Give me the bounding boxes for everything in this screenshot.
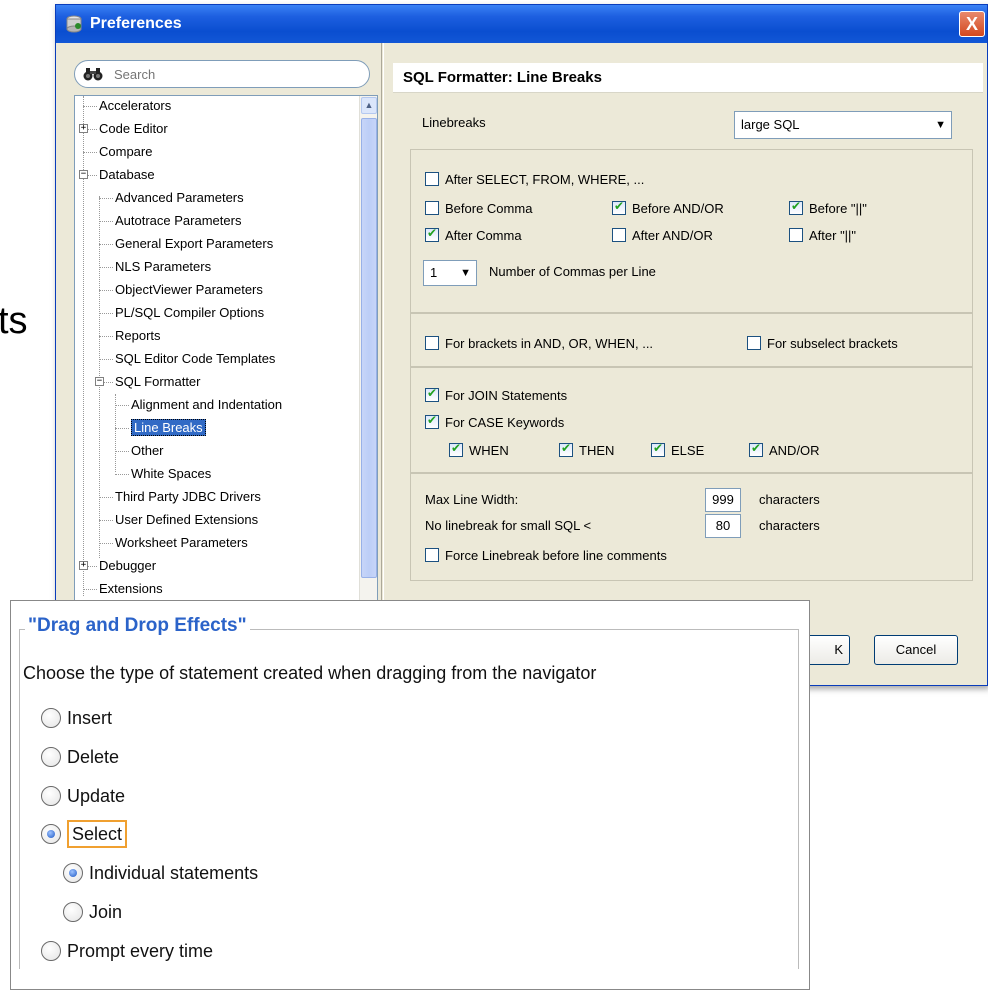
window-title: Preferences	[90, 15, 182, 32]
tree-item-objectviewer-parameters[interactable]: ObjectViewer Parameters	[115, 280, 263, 300]
tree-item-advanced-parameters[interactable]: Advanced Parameters	[115, 188, 244, 208]
linebreak-options-group: After SELECT, FROM, WHERE, ... Before Co…	[410, 149, 973, 313]
chevron-down-icon: ▼	[460, 267, 471, 279]
page-title: SQL Formatter: Line Breaks	[393, 63, 983, 93]
join-case-group: For JOIN Statements For CASE Keywords WH…	[410, 367, 973, 473]
after-select-checkbox[interactable]: After SELECT, FROM, WHERE, ...	[425, 170, 644, 188]
radio-individual-statements[interactable]: Individual statements	[63, 858, 258, 888]
linebreaks-label: Linebreaks	[422, 115, 486, 130]
tree-item-worksheet-parameters[interactable]: Worksheet Parameters	[115, 533, 248, 553]
after-pipes-checkbox[interactable]: After "||"	[789, 226, 856, 244]
brackets-andor-checkbox[interactable]: For brackets in AND, OR, WHEN, ...	[425, 334, 653, 352]
radio-delete[interactable]: Delete	[41, 742, 119, 772]
no-linebreak-label: No linebreak for small SQL <	[425, 518, 592, 533]
tree-item-other[interactable]: Other	[131, 441, 164, 461]
chevron-down-icon: ▼	[935, 119, 946, 131]
before-pipes-checkbox[interactable]: Before "||"	[789, 199, 867, 217]
close-icon: X	[965, 14, 978, 34]
andor-checkbox[interactable]: AND/OR	[749, 441, 820, 459]
before-andor-checkbox[interactable]: Before AND/OR	[612, 199, 724, 217]
close-button[interactable]: X	[959, 11, 985, 37]
tree-item-accelerators[interactable]: Accelerators	[99, 96, 171, 116]
search-input[interactable]	[112, 65, 352, 83]
tree-item-third-party-jdbc-drivers[interactable]: Third Party JDBC Drivers	[115, 487, 261, 507]
tree-item-autotrace-parameters[interactable]: Autotrace Parameters	[115, 211, 241, 231]
tree-item-alignment-and-indentation[interactable]: Alignment and Indentation	[131, 395, 282, 415]
characters-label: characters	[759, 492, 820, 507]
collapse-database-icon[interactable]: −	[79, 170, 88, 179]
then-checkbox[interactable]: THEN	[559, 441, 614, 459]
tree-item-nls-parameters[interactable]: NLS Parameters	[115, 257, 211, 277]
binoculars-icon	[83, 68, 103, 81]
join-statements-checkbox[interactable]: For JOIN Statements	[425, 386, 567, 404]
tree-item-sql-formatter[interactable]: SQL Formatter	[115, 372, 200, 392]
line-width-group: Max Line Width: 999 characters No linebr…	[410, 473, 973, 581]
after-andor-checkbox[interactable]: After AND/OR	[612, 226, 713, 244]
when-checkbox[interactable]: WHEN	[449, 441, 509, 459]
group-description: Choose the type of statement created whe…	[23, 663, 597, 683]
case-keywords-checkbox[interactable]: For CASE Keywords	[425, 413, 564, 431]
scroll-thumb[interactable]	[361, 118, 377, 578]
radio-select[interactable]: Select	[41, 819, 128, 849]
tree-item-general-export-parameters[interactable]: General Export Parameters	[115, 234, 273, 254]
after-comma-checkbox[interactable]: After Comma	[425, 226, 522, 244]
tree-item-line-breaks[interactable]: Line Breaks	[131, 418, 206, 438]
drag-and-drop-effects-panel: "Drag and Drop Effects" Choose the type …	[10, 600, 810, 990]
tree-item-user-defined-extensions[interactable]: User Defined Extensions	[115, 510, 258, 530]
app-icon	[66, 15, 82, 33]
linebreaks-selected-value: large SQL	[741, 117, 800, 132]
radio-insert[interactable]: Insert	[41, 703, 112, 733]
max-line-width-input[interactable]: 999	[705, 488, 741, 512]
scroll-up-arrow-icon[interactable]: ▲	[361, 97, 377, 114]
subselect-brackets-checkbox[interactable]: For subselect brackets	[747, 334, 898, 352]
max-line-width-label: Max Line Width:	[425, 492, 519, 507]
linebreaks-select[interactable]: large SQL ▼	[734, 111, 952, 139]
tree-item-plsql-compiler-options[interactable]: PL/SQL Compiler Options	[115, 303, 264, 323]
tree-item-white-spaces[interactable]: White Spaces	[131, 464, 211, 484]
title-bar[interactable]: Preferences X	[56, 5, 987, 43]
tree-item-sql-editor-code-templates[interactable]: SQL Editor Code Templates	[115, 349, 275, 369]
force-linebreak-checkbox[interactable]: Force Linebreak before line comments	[425, 546, 667, 564]
expand-code-editor-icon[interactable]: +	[79, 124, 88, 133]
tree-item-code-editor[interactable]: Code Editor	[99, 119, 168, 139]
no-linebreak-input[interactable]: 80	[705, 514, 741, 538]
tree-item-compare[interactable]: Compare	[99, 142, 152, 162]
cancel-button[interactable]: Cancel	[874, 635, 958, 665]
tree-item-reports[interactable]: Reports	[115, 326, 161, 346]
radio-update[interactable]: Update	[41, 781, 125, 811]
tree-item-extensions[interactable]: Extensions	[99, 579, 163, 599]
commas-per-line-select[interactable]: 1 ▼	[423, 260, 477, 286]
background-text-fragment: ts	[0, 300, 28, 342]
tree-item-debugger[interactable]: Debugger	[99, 556, 156, 576]
radio-join[interactable]: Join	[63, 897, 122, 927]
pane-splitter[interactable]	[381, 43, 384, 685]
else-checkbox[interactable]: ELSE	[651, 441, 704, 459]
group-title: "Drag and Drop Effects"	[25, 615, 250, 637]
search-box[interactable]	[74, 60, 370, 88]
expand-debugger-icon[interactable]: +	[79, 561, 88, 570]
characters-label: characters	[759, 518, 820, 533]
radio-prompt-every-time[interactable]: Prompt every time	[41, 936, 213, 966]
settings-pane: SQL Formatter: Line Breaks Linebreaks la…	[386, 43, 987, 685]
commas-per-line-label: Number of Commas per Line	[489, 264, 656, 279]
brackets-group: For brackets in AND, OR, WHEN, ... For s…	[410, 313, 973, 367]
collapse-sql-formatter-icon[interactable]: −	[95, 377, 104, 386]
preferences-window: Preferences X Search + − − + Accelerator…	[55, 4, 988, 695]
tree-item-database[interactable]: Database	[99, 165, 155, 185]
navigation-pane: + − − + Accelerators Code Editor Compare…	[56, 43, 381, 695]
before-comma-checkbox[interactable]: Before Comma	[425, 199, 532, 217]
